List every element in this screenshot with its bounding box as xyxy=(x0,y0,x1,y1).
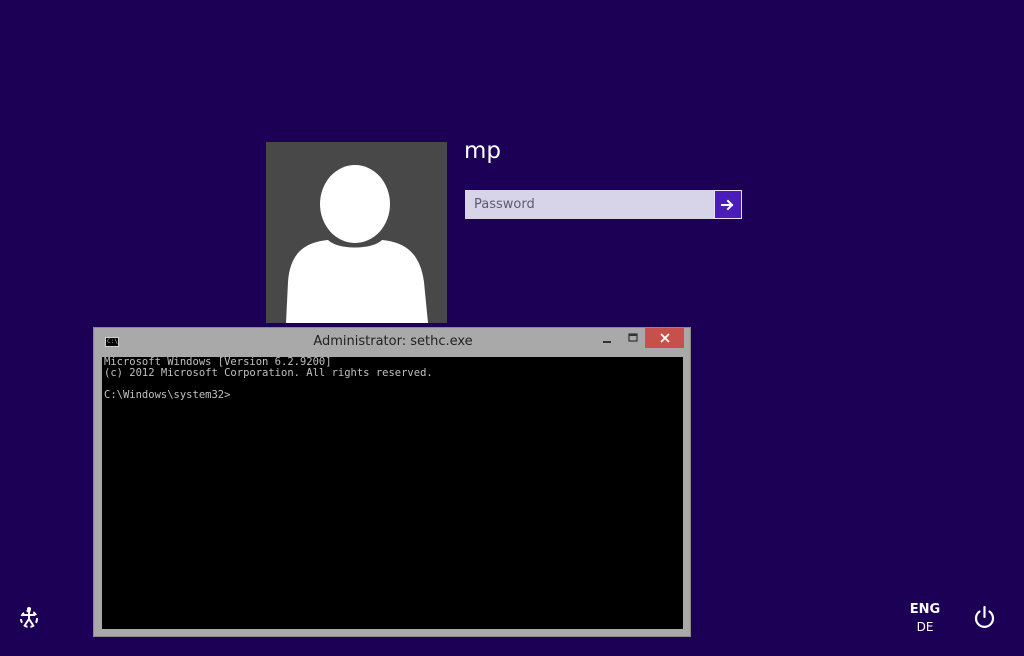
close-button[interactable] xyxy=(645,328,684,348)
user-avatar xyxy=(266,142,447,323)
submit-button[interactable] xyxy=(713,190,742,219)
power-button[interactable] xyxy=(972,605,997,630)
minimize-button[interactable] xyxy=(594,328,620,348)
user-silhouette-icon xyxy=(286,165,428,323)
language-sub: DE xyxy=(916,620,934,634)
password-row xyxy=(465,190,742,219)
arrow-right-icon xyxy=(720,199,734,210)
console-prompt: C:\Windows\system32> xyxy=(104,389,231,401)
power-icon xyxy=(974,605,995,628)
console-output[interactable]: Microsoft Windows [Version 6.2.9200] (c)… xyxy=(102,357,683,629)
language-main: ENG xyxy=(909,602,941,617)
minimize-icon xyxy=(603,341,611,343)
lock-screen: mp C:\ Administrator: sethc.exe Microsof… xyxy=(0,0,1024,656)
close-icon xyxy=(659,333,670,343)
language-indicator[interactable]: ENG DE xyxy=(906,602,944,634)
console-line: (c) 2012 Microsoft Corporation. All righ… xyxy=(104,367,433,379)
username-label: mp xyxy=(464,138,502,164)
password-input[interactable] xyxy=(465,190,714,219)
console-window[interactable]: C:\ Administrator: sethc.exe Microsoft W… xyxy=(93,327,691,637)
maximize-icon xyxy=(628,333,638,342)
ease-of-access-button[interactable] xyxy=(16,605,42,631)
maximize-button[interactable] xyxy=(620,328,646,348)
console-titlebar[interactable]: C:\ Administrator: sethc.exe xyxy=(94,328,690,357)
ease-of-access-icon xyxy=(20,607,38,628)
